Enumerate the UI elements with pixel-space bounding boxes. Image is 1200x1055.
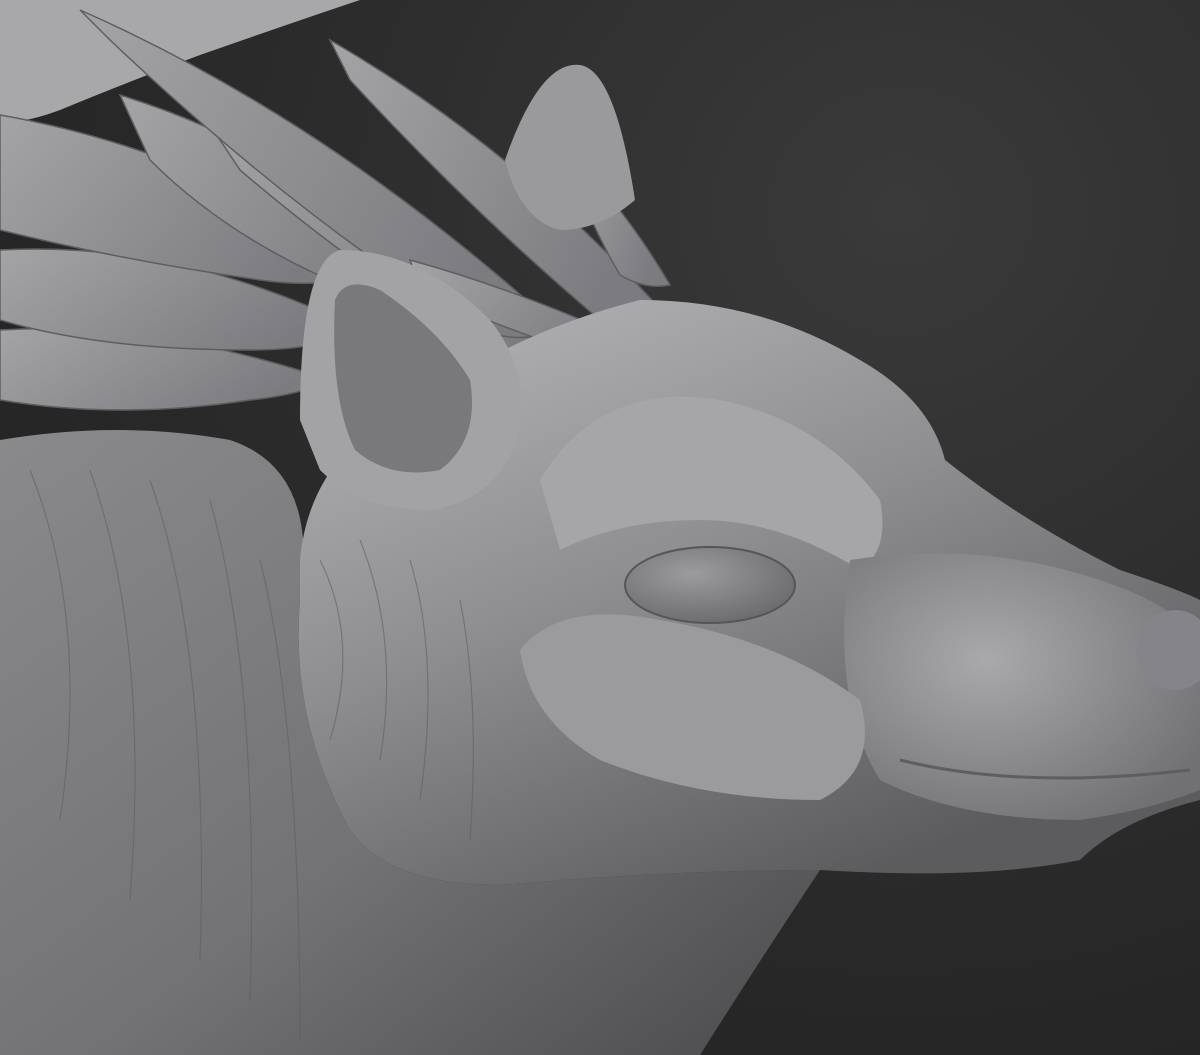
sculpt-viewport[interactable] bbox=[0, 0, 1200, 1055]
creature-sculpt-render bbox=[0, 0, 1200, 1055]
eye-lid bbox=[624, 546, 796, 624]
